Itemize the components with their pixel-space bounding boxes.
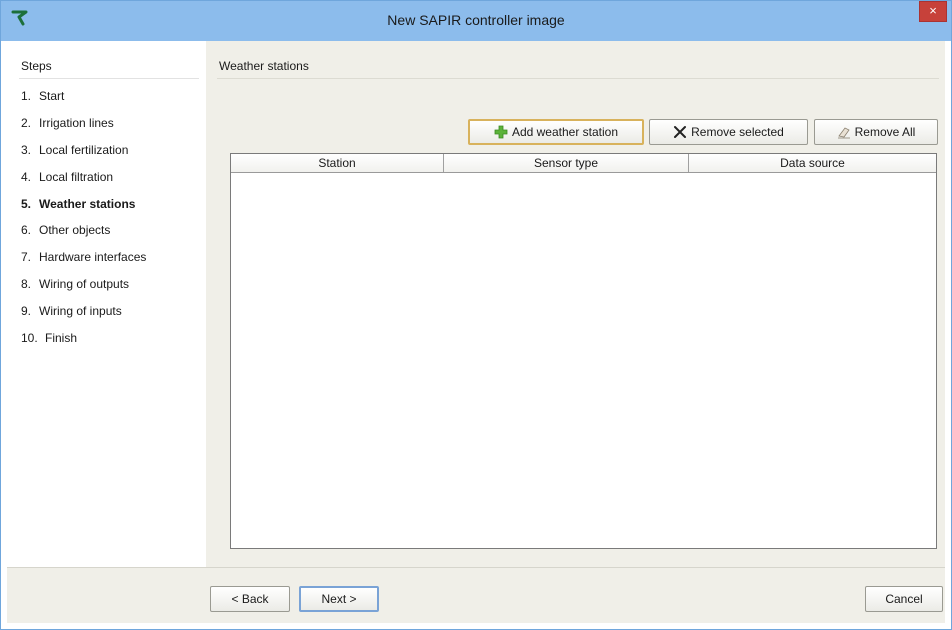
wizard-footer: < Back Next > Cancel <box>7 567 945 623</box>
cancel-button[interactable]: Cancel <box>865 586 943 612</box>
steps-list: 1. Start 2. Irrigation lines 3. Local ferti… <box>21 89 146 358</box>
main-panel: Weather stations Add weather station Rem… <box>206 41 945 567</box>
title-bar[interactable]: New SAPIR controller image × <box>1 1 951 41</box>
step-item: 3. Local fertilization <box>21 142 129 157</box>
plus-icon <box>494 125 508 139</box>
column-header-data-source[interactable]: Data source <box>689 154 936 172</box>
eraser-icon <box>837 127 850 139</box>
remove-all-button[interactable]: Remove All <box>814 119 938 145</box>
wizard-window: New SAPIR controller image × Steps 1. Sta… <box>0 0 952 630</box>
wizard-body: Steps 1. Start 2. Irrigation lines 3. Local… <box>7 41 945 623</box>
steps-sidebar: Steps 1. Start 2. Irrigation lines 3. Local… <box>7 41 206 567</box>
step-item: 7. Hardware interfaces <box>21 250 147 265</box>
remove-selected-button[interactable]: Remove selected <box>649 119 808 145</box>
window-title: New SAPIR controller image <box>387 12 565 28</box>
page-title: Weather stations <box>219 59 309 73</box>
next-button[interactable]: Next > <box>299 586 379 612</box>
x-icon <box>674 126 687 138</box>
back-button[interactable]: < Back <box>210 586 290 612</box>
title-divider <box>217 78 939 79</box>
step-item: 2. Irrigation lines <box>21 115 114 130</box>
step-item: 10. Finish <box>21 331 78 346</box>
remove-all-label: Remove All <box>854 125 916 139</box>
step-item: 4. Local filtration <box>21 169 114 184</box>
step-item: 9. Wiring of inputs <box>21 304 122 319</box>
column-header-sensor-type[interactable]: Sensor type <box>444 154 689 172</box>
table-header: Station Sensor type Data source <box>231 154 936 173</box>
step-item: 1. Start <box>21 89 65 103</box>
remove-selected-label: Remove selected <box>691 125 784 139</box>
step-item: 8. Wiring of outputs <box>21 277 130 292</box>
step-item-active: 5. Weather stations <box>21 196 136 211</box>
steps-title: Steps <box>21 59 52 73</box>
steps-divider <box>19 78 199 79</box>
add-weather-station-label: Add weather station <box>511 125 619 139</box>
step-item: 6. Other objects <box>21 223 111 238</box>
close-icon: × <box>929 3 937 18</box>
column-header-station[interactable]: Station <box>231 154 444 172</box>
add-weather-station-button[interactable]: Add weather station <box>468 119 644 145</box>
weather-stations-table[interactable]: Station Sensor type Data source <box>230 153 937 549</box>
close-button[interactable]: × <box>919 1 947 22</box>
